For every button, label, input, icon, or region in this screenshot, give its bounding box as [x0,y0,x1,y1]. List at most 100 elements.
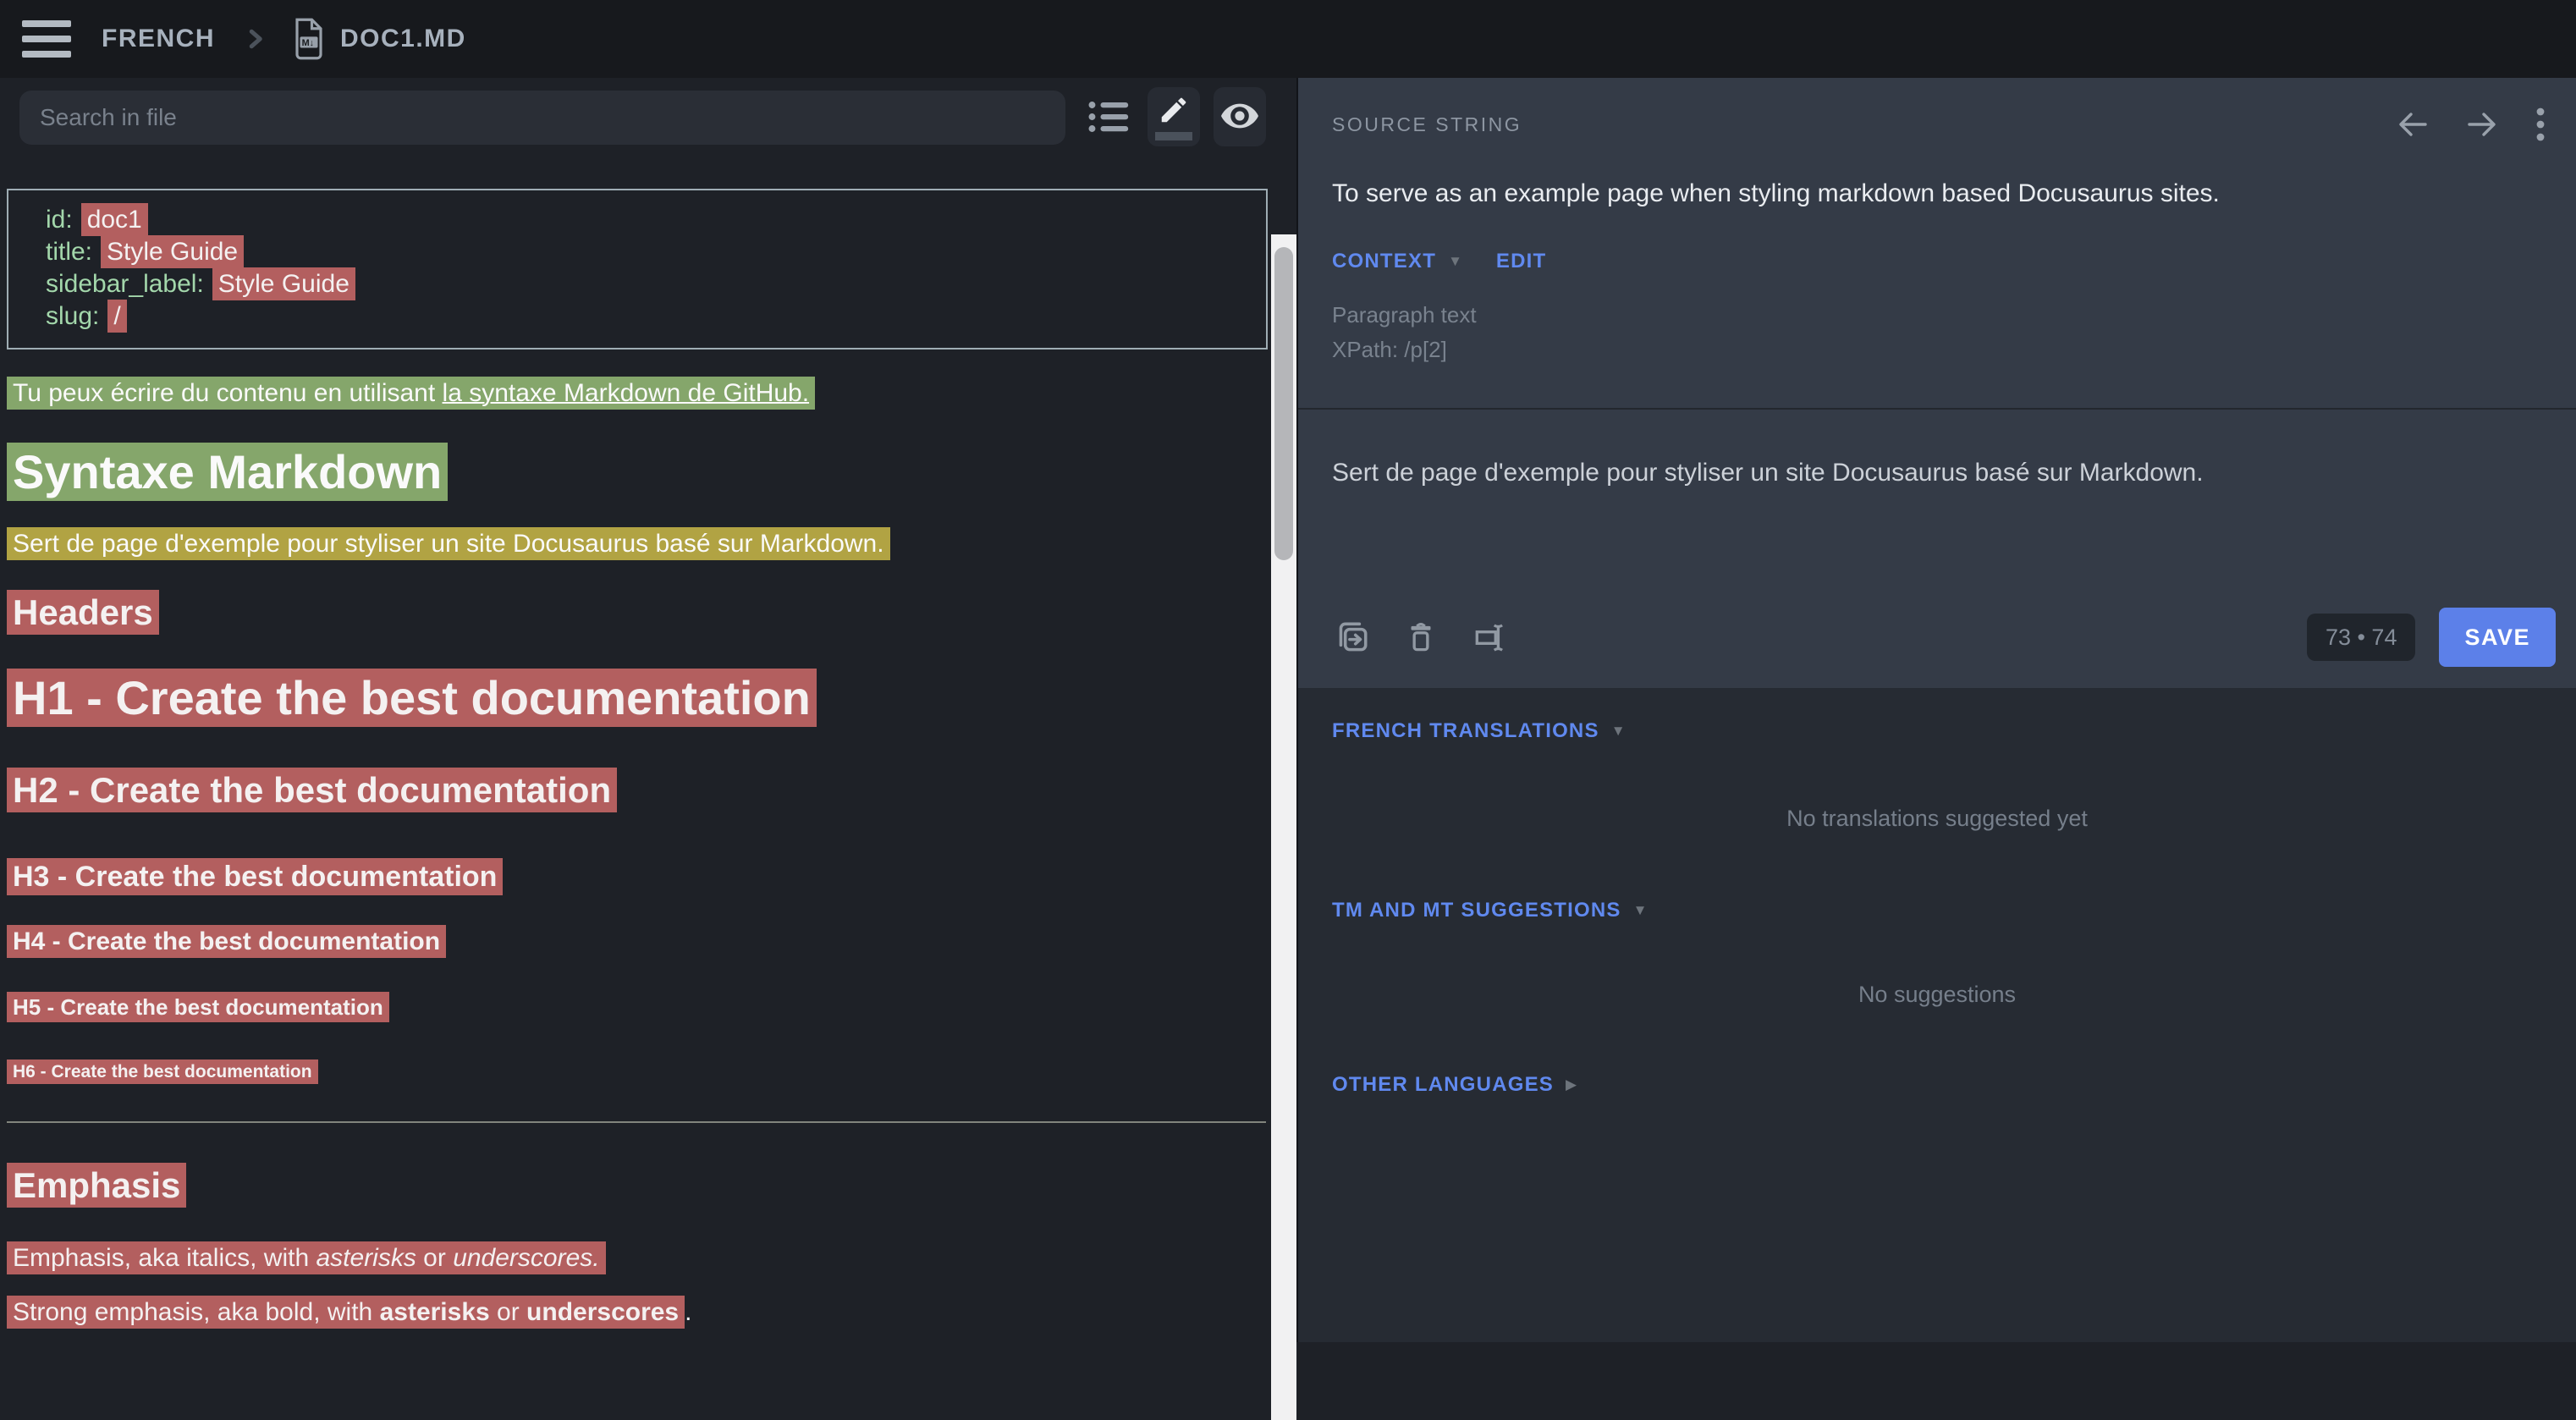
context-row: CONTEXT ▼ EDIT [1332,250,1546,273]
translatable-string[interactable]: Emphasis [7,1163,186,1208]
menu-icon[interactable] [22,20,71,58]
document-panel: id: doc1 title: Style Guide sidebar_label:… [0,78,1296,1342]
preview-eye-button[interactable] [1214,87,1266,146]
list-icon[interactable] [1086,93,1133,145]
menu-icon-bar [22,36,71,42]
delete-icon[interactable] [1401,618,1440,657]
arrow-left-icon[interactable] [2397,110,2429,139]
svg-text:M↓: M↓ [302,38,314,48]
save-button[interactable]: SAVE [2439,608,2556,667]
translatable-string[interactable]: Headers [7,590,159,635]
source-card-header: SOURCE STRING [1332,107,2546,142]
chevron-right-icon: ▶ [1566,1076,1577,1093]
source-string-text: To serve as an example page when styling… [1332,176,2542,212]
frontmatter-block: id: doc1 title: Style Guide sidebar_label:… [7,189,1268,349]
horizontal-rule [7,1121,1266,1123]
translatable-string[interactable]: H3 - Create the best documentation [7,858,503,895]
yaml-key: id: [46,206,73,234]
top-bar: FRENCH M↓ DOC1.MD [0,0,2576,78]
chevron-right-icon [242,26,267,52]
breadcrumb-file: DOC1.MD [340,25,466,53]
translatable-string[interactable]: H5 - Create the best documentation [7,992,389,1022]
translatable-string[interactable]: H1 - Create the best documentation [7,669,817,727]
paragraph: Tu peux écrire du contenu en utilisant l… [7,375,1268,412]
translatable-string[interactable]: doc1 [81,203,148,236]
context-xpath: XPath: /p[2] [1332,333,1477,367]
yaml-key: sidebar_label: [46,270,204,298]
edit-mode-button[interactable] [1148,87,1200,146]
insert-text-field-icon[interactable] [1471,618,1510,657]
scrollbar-thumb[interactable] [1274,247,1293,560]
document-content: id: doc1 title: Style Guide sidebar_label:… [7,189,1268,1330]
translatable-string[interactable]: H4 - Create the best documentation [7,925,446,958]
heading-h6-sample: H6 - Create the best documentation [7,1060,1268,1084]
bold-text: asterisks [380,1298,490,1326]
card-divider [1298,408,2576,410]
toolbar-icons [1332,618,1510,657]
translatable-string[interactable]: H6 - Create the best documentation [7,1059,318,1084]
section-tm-mt-suggestions[interactable]: TM AND MT SUGGESTIONS ▼ [1332,899,1647,922]
source-string-card: SOURCE STRING To serve as an example pag… [1298,78,2576,688]
context-dropdown[interactable]: CONTEXT [1332,250,1436,273]
translatable-string[interactable]: Style Guide [212,267,355,300]
translatable-string[interactable]: Style Guide [101,235,244,268]
translation-input[interactable]: Sert de page d'exemple pour styliser un … [1332,455,2542,491]
heading-h1-sample: H1 - Create the best documentation [7,663,1268,734]
markdown-file-icon: M↓ [291,17,327,61]
edit-context-button[interactable]: EDIT [1496,250,1546,273]
translations-empty-text: No translations suggested yet [1298,806,2576,832]
search-input[interactable] [19,91,1065,145]
suggestions-empty-text: No suggestions [1298,982,2576,1008]
kebab-menu-icon[interactable] [2535,107,2546,142]
copy-source-icon[interactable] [1332,618,1371,657]
menu-icon-bar [22,51,71,58]
string-navigation [2397,107,2546,142]
translatable-string[interactable]: Syntaxe Markdown [7,443,448,501]
heading-headers: Headers [7,586,1268,639]
italic-text: asterisks [316,1244,416,1272]
paragraph: Sert de page d'exemple pour styliser un … [7,526,1268,563]
breadcrumb: FRENCH M↓ DOC1.MD [102,0,466,78]
heading-h2-sample: H2 - Create the best documentation [7,764,1268,817]
translatable-string[interactable]: H2 - Create the best documentation [7,768,617,812]
translatable-string[interactable]: / [107,300,126,333]
chevron-down-icon: ▼ [1611,723,1626,740]
heading-emphasis: Emphasis [7,1161,1268,1210]
paragraph-text: or [490,1298,526,1326]
chevron-down-icon: ▼ [1448,253,1462,270]
eye-icon [1219,96,1260,139]
paragraph-text: Emphasis, aka italics, with [13,1244,316,1272]
translatable-string[interactable]: Strong emphasis, aka bold, with asterisk… [7,1296,685,1329]
frontmatter-line: slug: / [46,300,1229,333]
context-meta: Paragraph text XPath: /p[2] [1332,298,1477,367]
pencil-underline [1155,132,1192,140]
section-title: OTHER LANGUAGES [1332,1073,1554,1097]
translation-toolbar: 73 • 74 SAVE [1332,605,2556,669]
menu-icon-bar [22,20,71,27]
yaml-key: slug: [46,302,99,330]
translatable-string[interactable]: Tu peux écrire du contenu en utilisant l… [7,377,815,410]
paragraph-text: Tu peux écrire du contenu en utilisant [13,379,443,407]
section-french-translations[interactable]: FRENCH TRANSLATIONS ▼ [1332,719,1626,743]
bold-text: underscores [526,1298,679,1326]
paragraph: Strong emphasis, aka bold, with asterisk… [7,1295,1268,1330]
paragraph: Emphasis, aka italics, with asterisks or… [7,1241,1268,1276]
breadcrumb-project[interactable]: FRENCH [102,25,215,53]
translatable-string-selected[interactable]: Sert de page d'exemple pour styliser un … [7,527,890,560]
scrollbar-track[interactable] [1271,234,1296,1420]
source-string-title: SOURCE STRING [1332,113,1522,136]
paragraph-text: Strong emphasis, aka bold, with [13,1298,380,1326]
section-other-languages[interactable]: OTHER LANGUAGES ▶ [1332,1073,1577,1097]
yaml-key: title: [46,238,92,266]
section-title: FRENCH TRANSLATIONS [1332,719,1599,743]
translatable-string[interactable]: Emphasis, aka italics, with asterisks or… [7,1241,606,1274]
paragraph-text: or [416,1244,453,1272]
markdown-syntax-link[interactable]: la syntaxe Markdown de GitHub. [443,379,810,407]
section-title: TM AND MT SUGGESTIONS [1332,899,1621,922]
heading-syntaxe-markdown: Syntaxe Markdown [7,443,1268,502]
pencil-icon [1158,94,1190,129]
translation-panel: SOURCE STRING To serve as an example pag… [1296,78,2576,1342]
frontmatter-line: title: Style Guide [46,236,1229,268]
chevron-down-icon: ▼ [1633,902,1648,919]
arrow-right-icon[interactable] [2466,110,2498,139]
